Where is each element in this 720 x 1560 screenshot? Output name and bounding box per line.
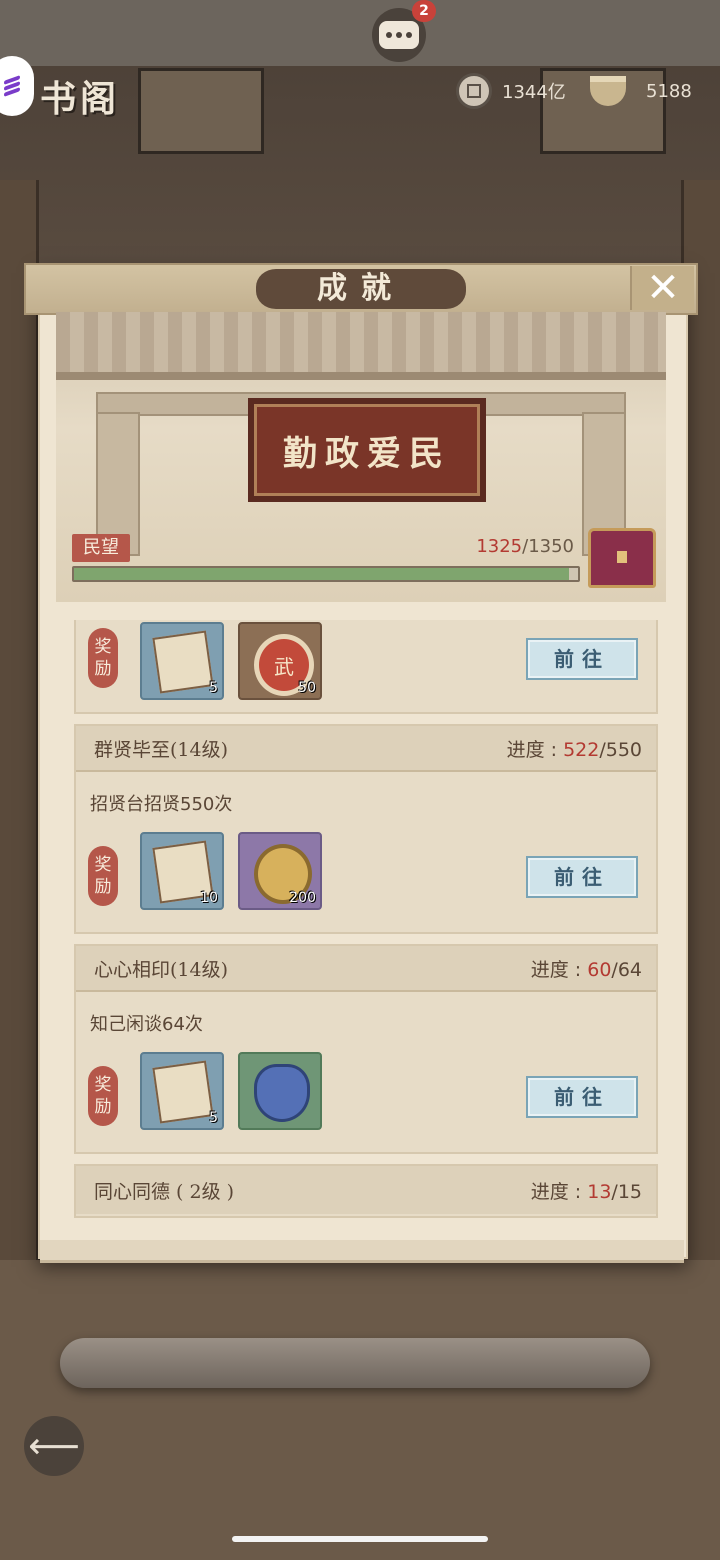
roof-illustration bbox=[56, 312, 666, 380]
achievement-name: 心心相印(14级) bbox=[94, 958, 229, 981]
achievement-progress: 进度 : 60/64 bbox=[531, 955, 642, 982]
back-arrow-icon: ⟵ bbox=[28, 1425, 80, 1467]
copper-coin-icon bbox=[456, 73, 492, 109]
reputation-progress: 1325/1350 bbox=[476, 536, 574, 557]
reward-tag: 奖 励 bbox=[88, 628, 118, 688]
reward-count: 10 bbox=[200, 890, 218, 906]
achievement-card: 奖 励 5 武 50 前往 bbox=[74, 620, 658, 714]
progress-current: 522 bbox=[563, 738, 600, 761]
reward-count: 5 bbox=[209, 1110, 218, 1126]
reputation-current: 1325 bbox=[476, 536, 523, 557]
coin-resource: 1344亿 bbox=[456, 73, 566, 109]
reputation-label: 民望 bbox=[72, 534, 130, 562]
close-button[interactable]: ✕ bbox=[630, 265, 694, 311]
reward-tag: 奖 励 bbox=[88, 846, 118, 906]
reward-tag-char: 奖 bbox=[94, 1075, 112, 1095]
achievement-progress: 进度 : 522/550 bbox=[507, 735, 642, 762]
reward-tag: 奖 励 bbox=[88, 1066, 118, 1126]
ingot-resource: 5188 bbox=[590, 76, 692, 106]
goto-button[interactable]: 前往 bbox=[526, 1076, 638, 1118]
achievement-card: 群贤毕至(14级) 进度 : 522/550 招贤台招贤550次 奖 励 10 … bbox=[74, 724, 658, 934]
achievement-progress: 进度 : 13/15 bbox=[531, 1177, 642, 1204]
achievement-name: 群贤毕至(14级) bbox=[94, 738, 229, 761]
scroll-roller bbox=[60, 1338, 650, 1388]
achievement-card: 心心相印(14级) 进度 : 60/64 知己闲谈64次 奖 励 5 前往 bbox=[74, 944, 658, 1154]
progress-label: 进度 : bbox=[506, 738, 564, 761]
dialog-header: 成就 bbox=[24, 263, 698, 315]
progress-total: /550 bbox=[599, 738, 642, 761]
reputation-bar bbox=[72, 566, 580, 582]
achievement-desc: 招贤台招贤550次 bbox=[90, 794, 233, 815]
page-title: 书阁 bbox=[40, 78, 121, 120]
achievement-list[interactable]: 奖 励 5 武 50 前往 群贤毕至(14级) 进度 : 522/550 招贤台招… bbox=[56, 620, 666, 1220]
reward-item-pouch[interactable] bbox=[238, 1052, 322, 1130]
chat-bubble-icon bbox=[379, 21, 419, 49]
reward-count: 200 bbox=[289, 890, 316, 906]
achievement-header: 同心同德 ( 2级 ) 进度 : 13/15 bbox=[76, 1166, 656, 1214]
reward-tag-char: 奖 bbox=[94, 855, 112, 875]
progress-total: /15 bbox=[611, 1180, 642, 1203]
achievement-name: 同心同德 ( 2级 ) bbox=[94, 1180, 235, 1203]
reputation-bar-fill bbox=[74, 568, 569, 580]
progress-current: 60 bbox=[587, 958, 612, 981]
floor bbox=[0, 1260, 720, 1560]
reward-tag-char: 励 bbox=[94, 1097, 112, 1117]
reward-count: 5 bbox=[209, 680, 218, 696]
app-logo-icon[interactable] bbox=[0, 56, 34, 116]
book-reward-icon bbox=[152, 1060, 214, 1124]
reward-item-book[interactable]: 10 bbox=[140, 832, 224, 910]
achievement-desc: 知己闲谈64次 bbox=[90, 1014, 203, 1035]
reward-item-gold-coin[interactable]: 200 bbox=[238, 832, 322, 910]
close-icon: ✕ bbox=[646, 265, 680, 311]
achievement-card: 同心同德 ( 2级 ) 进度 : 13/15 bbox=[74, 1164, 658, 1218]
reward-tag-char: 励 bbox=[94, 877, 112, 897]
progress-label: 进度 : bbox=[530, 1180, 588, 1203]
bookshelf-left bbox=[0, 180, 39, 1260]
achievement-header: 群贤毕至(14级) 进度 : 522/550 bbox=[76, 726, 656, 772]
ingot-amount: 5188 bbox=[646, 80, 692, 102]
reward-item-wu-token[interactable]: 武 50 bbox=[238, 622, 322, 700]
goto-button[interactable]: 前往 bbox=[526, 856, 638, 898]
back-button[interactable]: ⟵ bbox=[24, 1416, 84, 1476]
home-indicator[interactable] bbox=[232, 1536, 488, 1542]
pouch-icon bbox=[254, 1064, 310, 1122]
top-bar bbox=[0, 0, 720, 66]
progress-label: 进度 : bbox=[530, 958, 588, 981]
reward-count: 50 bbox=[298, 680, 316, 696]
reputation-total: /1350 bbox=[522, 536, 574, 557]
reward-item-book[interactable]: 5 bbox=[140, 622, 224, 700]
hanging-scroll bbox=[138, 68, 264, 154]
goto-button[interactable]: 前往 bbox=[526, 638, 638, 680]
reward-tag-char: 励 bbox=[94, 659, 112, 679]
dialog-title: 成就 bbox=[317, 271, 405, 306]
achievement-header: 心心相印(14级) 进度 : 60/64 bbox=[76, 946, 656, 992]
reward-item-book[interactable]: 5 bbox=[140, 1052, 224, 1130]
reward-tag-char: 奖 bbox=[94, 637, 112, 657]
progress-total: /64 bbox=[611, 958, 642, 981]
treasure-chest-icon[interactable] bbox=[588, 528, 656, 588]
ingot-icon bbox=[590, 76, 626, 106]
progress-current: 13 bbox=[587, 1180, 612, 1203]
coin-amount: 1344亿 bbox=[502, 82, 566, 103]
book-reward-icon bbox=[152, 630, 214, 694]
panel-scroll-edge bbox=[40, 1240, 684, 1263]
achievement-plaque: 勤政爱民 bbox=[248, 398, 486, 502]
chat-badge: 2 bbox=[412, 0, 436, 22]
